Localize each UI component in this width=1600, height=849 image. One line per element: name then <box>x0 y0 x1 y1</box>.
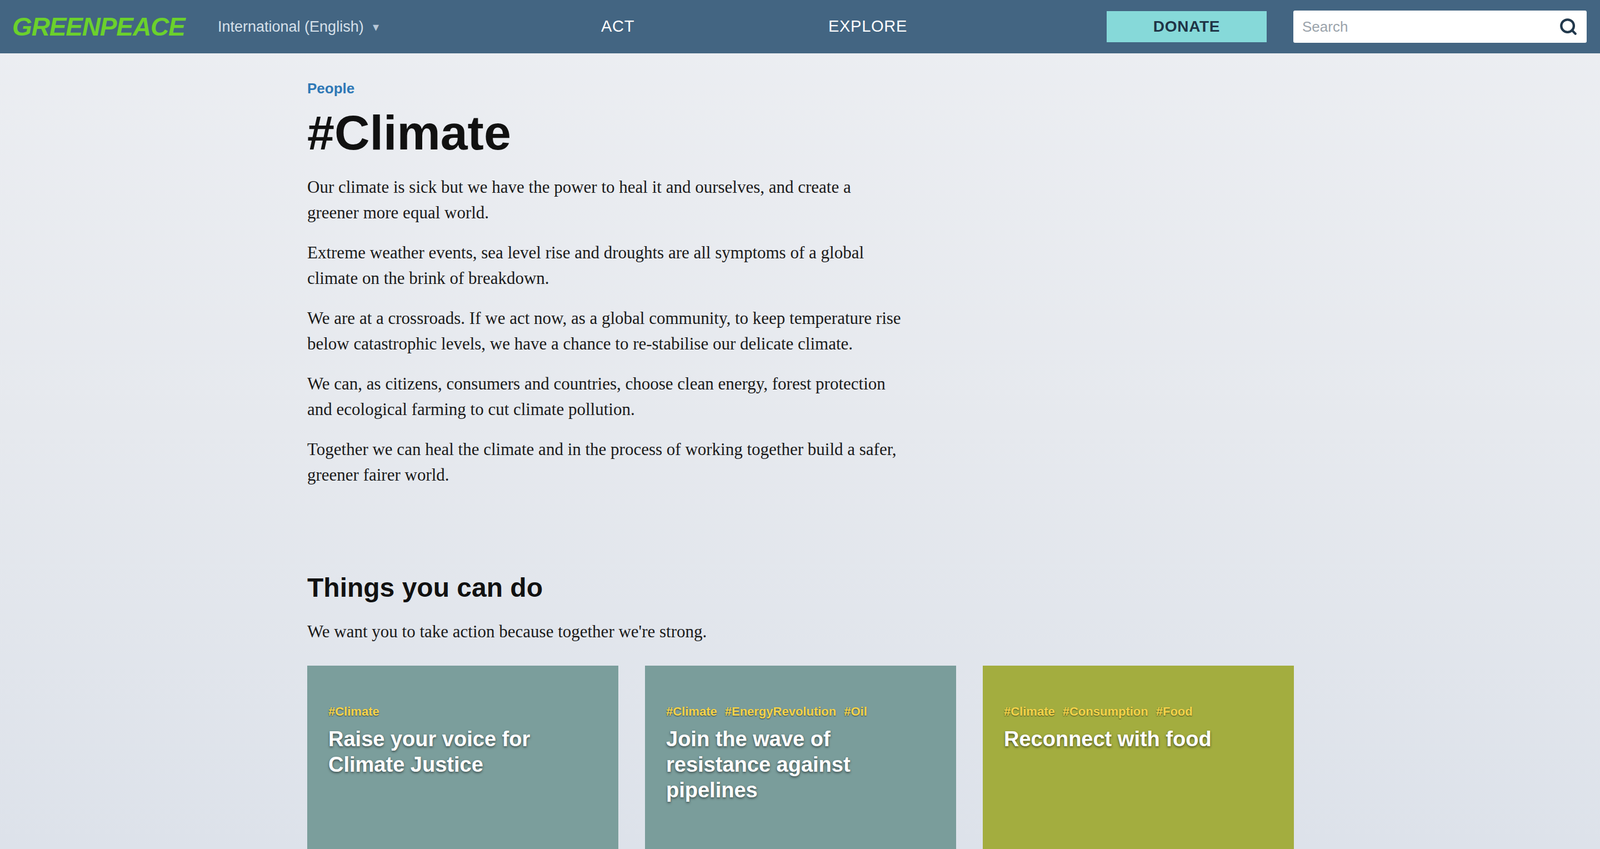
card-tag[interactable]: #Consumption <box>1062 702 1149 721</box>
intro: Our climate is sick but we have the powe… <box>307 174 902 488</box>
intro-paragraph: Together we can heal the climate and in … <box>307 436 902 488</box>
card-tags: #Climate #Consumption #Food <box>1003 702 1273 721</box>
card-tags: #Climate <box>328 702 598 721</box>
top-bar: GREENPEACE International (English)▾ ACT EXP… <box>0 0 1600 54</box>
logo[interactable]: GREENPEACE <box>12 13 202 40</box>
intro-paragraph: We are at a crossroads. If we act now, a… <box>307 305 902 357</box>
search-icon[interactable] <box>1558 17 1578 37</box>
intro-paragraph: Extreme weather events, sea level rise a… <box>307 240 902 292</box>
page: GREENPEACE International (English)▾ ACT EXP… <box>0 0 1600 849</box>
card-tag[interactable]: #EnergyRevolution <box>725 702 837 721</box>
category-link[interactable]: People <box>307 77 1600 100</box>
card-tag[interactable]: #Oil <box>843 702 868 721</box>
content: People #Climate Our climate is sick but we… <box>0 53 1600 849</box>
action-card[interactable]: #Climate #Consumption #Food Reconnect with … <box>982 665 1294 849</box>
action-cards: #Climate Raise your voice for Climate Jus… <box>307 665 1600 849</box>
card-tag[interactable]: #Climate <box>666 702 718 721</box>
card-tags: #Climate #EnergyRevolution #Oil <box>666 702 935 721</box>
donate-button[interactable]: DONATE <box>1106 11 1267 43</box>
section-subtitle: We want you to take action because toget… <box>307 618 1600 645</box>
main-nav: ACT EXPLORE <box>495 14 924 39</box>
card-tag[interactable]: #Climate <box>1003 702 1055 721</box>
action-card[interactable]: #Climate Raise your voice for Climate Jus… <box>307 665 619 849</box>
language-selector[interactable]: International (English)▾ <box>217 15 496 39</box>
search-field[interactable]: Search <box>1293 10 1587 43</box>
nav-item[interactable]: EXPLORE <box>812 14 924 39</box>
section-title: Things you can do <box>307 571 1600 605</box>
card-title: Join the wave of resistance against pipe… <box>666 726 935 803</box>
page-title: #Climate <box>307 106 1600 160</box>
intro-paragraph: Our climate is sick but we have the powe… <box>307 174 902 226</box>
card-tag[interactable]: #Climate <box>328 702 380 721</box>
card-tag[interactable]: #Food <box>1156 702 1193 721</box>
nav-item[interactable]: ACT <box>578 14 657 39</box>
action-card[interactable]: #Climate #EnergyRevolution #Oil Join the wa… <box>645 665 957 849</box>
card-title: Reconnect with food <box>1003 726 1273 752</box>
card-title: Raise your voice for Climate Justice <box>328 726 598 778</box>
intro-paragraph: We can, as citizens, consumers and count… <box>307 371 902 423</box>
